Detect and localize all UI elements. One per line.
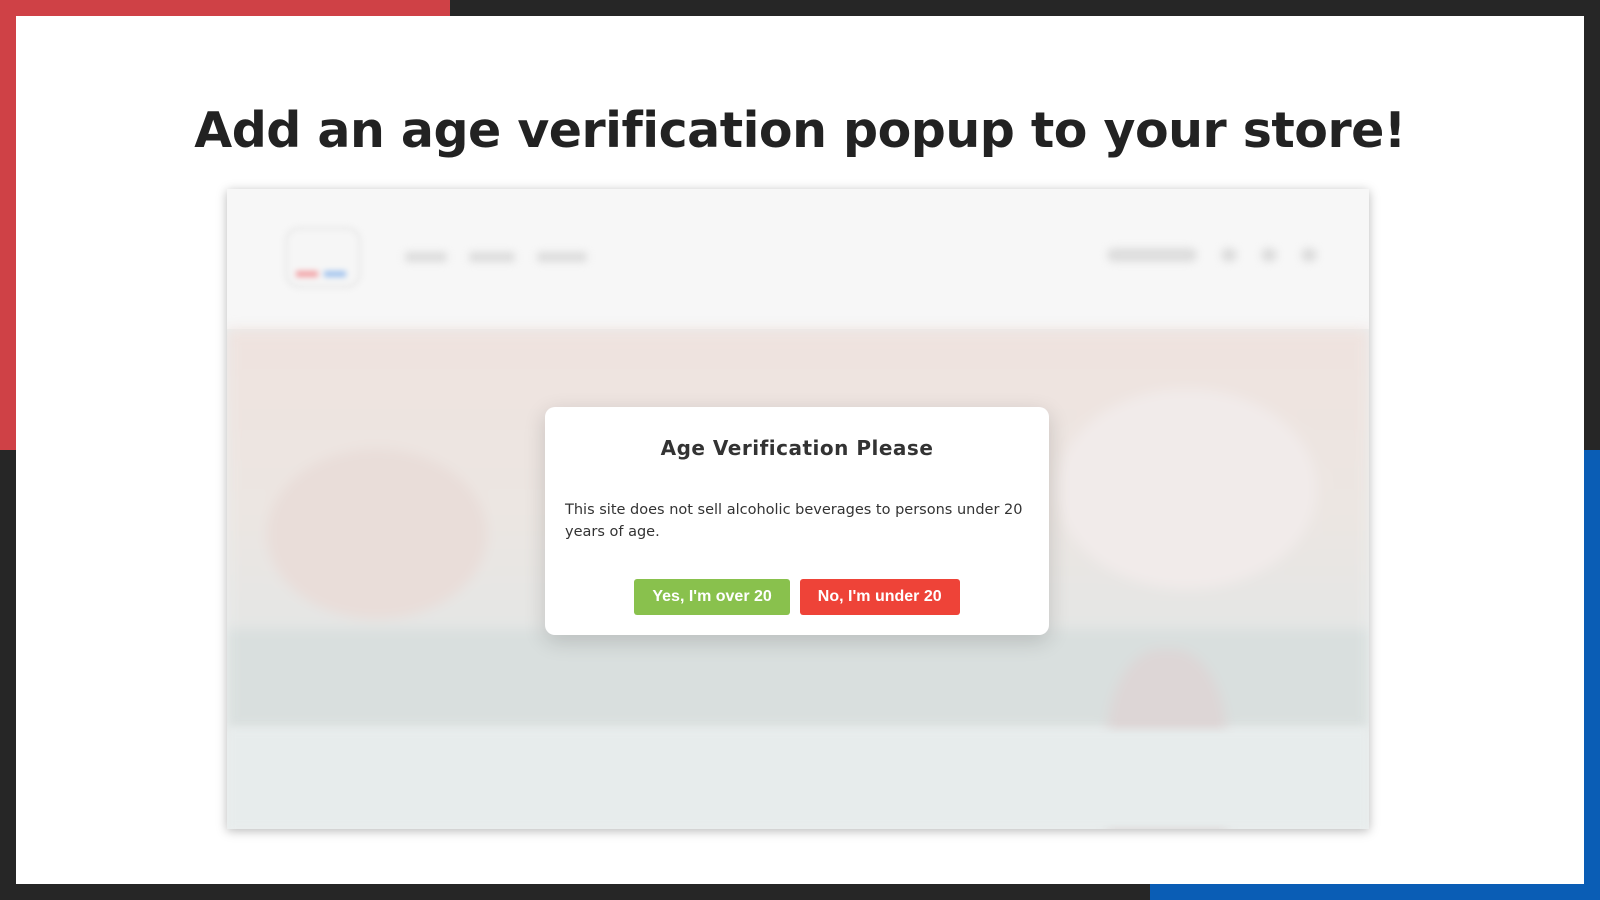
- logo-stripe-red: [296, 271, 318, 277]
- nav-item-placeholder: [469, 252, 515, 262]
- logo-stripe-blue: [324, 271, 346, 277]
- hero-blob: [267, 449, 487, 619]
- promo-headline: Add an age verification popup to your st…: [194, 102, 1406, 159]
- promo-card: Add an age verification popup to your st…: [16, 16, 1584, 884]
- store-preview-screenshot: Age Verification Please This site does n…: [227, 189, 1369, 829]
- account-icon: [1261, 247, 1277, 262]
- header-icons-blurred: [1083, 246, 1317, 264]
- modal-title: Age Verification Please: [660, 436, 934, 460]
- store-logo: [285, 227, 361, 288]
- age-verification-modal: Age Verification Please This site does n…: [545, 407, 1049, 635]
- store-section-blurred: [227, 729, 1369, 829]
- confirm-age-button[interactable]: Yes, I'm over 20: [634, 579, 790, 615]
- modal-message: This site does not sell alcoholic bevera…: [565, 502, 1023, 540]
- search-icon: [1221, 247, 1237, 262]
- modal-button-row: Yes, I'm over 20 No, I'm under 20: [545, 579, 1049, 615]
- currency-selector-placeholder: [1107, 247, 1197, 262]
- nav-item-placeholder: [537, 252, 587, 262]
- nav-item-placeholder: [405, 252, 447, 262]
- hero-blob: [1057, 389, 1317, 589]
- deny-age-button[interactable]: No, I'm under 20: [799, 579, 960, 615]
- store-header-blurred: [227, 189, 1369, 329]
- cart-icon: [1301, 247, 1317, 262]
- store-nav-blurred: [405, 249, 609, 267]
